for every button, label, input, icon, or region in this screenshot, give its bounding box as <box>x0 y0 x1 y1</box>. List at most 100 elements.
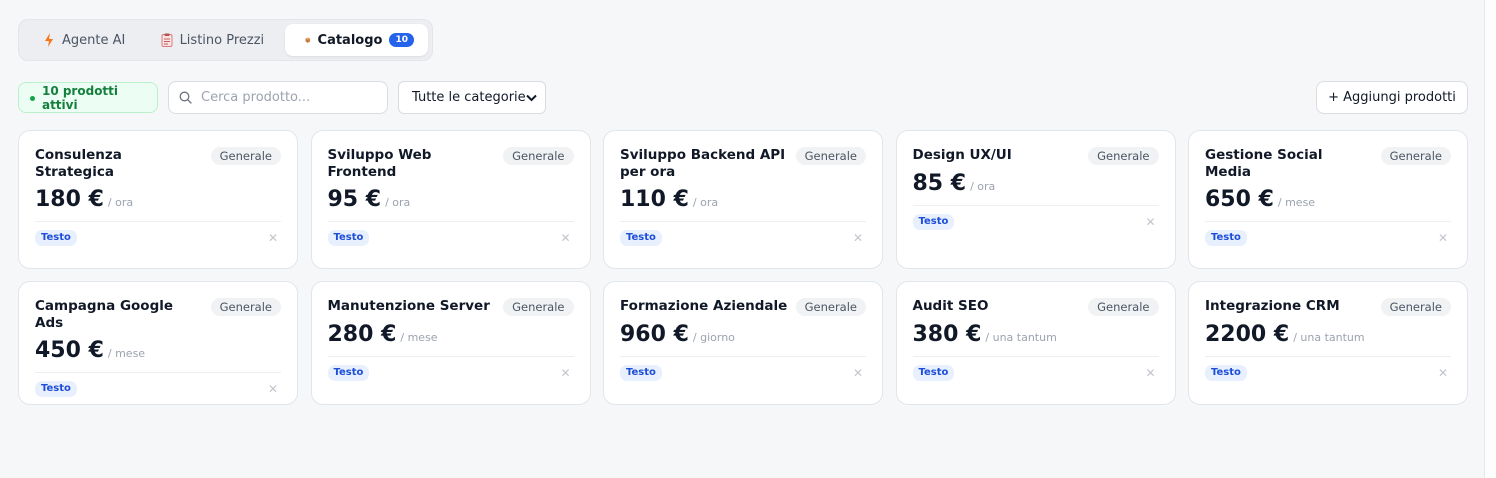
search-icon <box>179 91 192 104</box>
close-icon[interactable]: ✕ <box>1438 231 1451 245</box>
price-unit: / una tantum <box>985 331 1057 344</box>
category-badge: Generale <box>795 298 866 316</box>
tab-bar: Agente AI Listino Prezzi Catalogo 10 <box>18 19 433 61</box>
price-row: 2200 € / una tantum <box>1205 322 1451 357</box>
price-row: 960 € / giorno <box>620 322 866 357</box>
product-name: Formazione Aziendale <box>620 298 788 314</box>
price-unit: / giorno <box>692 331 735 344</box>
category-badge: Generale <box>1088 147 1159 165</box>
tab-listino-prezzi[interactable]: Listino Prezzi <box>145 24 285 56</box>
close-icon[interactable]: ✕ <box>1145 215 1158 229</box>
product-card-footer: Testo ✕ <box>35 381 281 397</box>
tab-agente-ai[interactable]: Agente AI <box>23 24 145 56</box>
product-price: 650 € <box>1205 187 1274 212</box>
category-badge: Generale <box>210 147 281 165</box>
product-tag: Testo <box>912 214 955 230</box>
price-row: 85 € / ora <box>912 171 1159 206</box>
product-card[interactable]: Manutenzione Server Generale 280 € / mes… <box>310 281 591 405</box>
lightning-icon <box>45 33 53 47</box>
scrollbar-track[interactable] <box>1484 0 1496 478</box>
close-icon[interactable]: ✕ <box>560 231 573 245</box>
category-badge: Generale <box>1088 298 1159 316</box>
product-card-header: Integrazione CRM Generale <box>1205 298 1451 316</box>
tab-label: Listino Prezzi <box>179 32 265 48</box>
add-products-button[interactable]: + Aggiungi prodotti <box>1316 81 1468 114</box>
product-card-footer: Testo ✕ <box>620 365 866 381</box>
product-card[interactable]: Sviluppo Web Frontend Generale 95 € / or… <box>310 130 591 269</box>
product-tag: Testo <box>912 365 955 381</box>
active-products-badge: 10 prodotti attivi <box>18 82 158 113</box>
product-card-footer: Testo ✕ <box>327 230 574 246</box>
package-icon <box>305 37 311 43</box>
product-tag: Testo <box>620 365 662 381</box>
product-name: Manutenzione Server <box>327 298 490 314</box>
product-price: 180 € <box>35 187 104 212</box>
category-badge: Generale <box>1380 147 1451 165</box>
product-tag: Testo <box>1205 365 1247 381</box>
product-card[interactable]: Design UX/UI Generale 85 € / ora Testo ✕ <box>895 130 1176 269</box>
close-icon[interactable]: ✕ <box>268 382 281 396</box>
product-price: 450 € <box>35 338 104 363</box>
price-row: 450 € / mese <box>35 338 281 373</box>
product-card-footer: Testo ✕ <box>912 365 1159 381</box>
price-row: 650 € / mese <box>1205 187 1451 222</box>
price-unit: / ora <box>385 196 411 209</box>
product-tag: Testo <box>327 365 370 381</box>
active-products-label: 10 prodotti attivi <box>41 83 119 112</box>
tab-catalogo[interactable]: Catalogo 10 <box>285 24 428 56</box>
product-card-footer: Testo ✕ <box>327 365 574 381</box>
product-name: Design UX/UI <box>912 147 1012 163</box>
product-name: Audit SEO <box>912 298 989 314</box>
close-icon[interactable]: ✕ <box>853 231 866 245</box>
product-tag: Testo <box>327 230 370 246</box>
product-card-header: Gestione Social Media Generale <box>1205 147 1451 181</box>
product-price: 280 € <box>327 322 397 347</box>
price-row: 280 € / mese <box>327 322 574 357</box>
search-input[interactable] <box>201 90 371 105</box>
product-card-header: Audit SEO Generale <box>913 298 1159 316</box>
product-tag: Testo <box>35 230 77 246</box>
product-tag: Testo <box>35 381 77 397</box>
category-select[interactable]: Tutte le categorie <box>398 81 546 114</box>
product-card-footer: Testo ✕ <box>35 230 281 246</box>
product-price: 960 € <box>620 322 689 347</box>
product-card-header: Formazione Aziendale Generale <box>620 298 866 316</box>
product-card[interactable]: Sviluppo Backend API per ora Generale 11… <box>603 130 883 269</box>
product-card[interactable]: Formazione Aziendale Generale 960 € / gi… <box>603 281 883 405</box>
product-card[interactable]: Integrazione CRM Generale 2200 € / una t… <box>1188 281 1468 405</box>
catalog-count-badge: 10 <box>389 33 414 47</box>
price-row: 95 € / ora <box>327 187 574 222</box>
product-card[interactable]: Audit SEO Generale 380 € / una tantum Te… <box>895 281 1176 405</box>
product-price: 2200 € <box>1205 322 1290 347</box>
price-row: 180 € / ora <box>35 187 281 222</box>
product-card-footer: Testo ✕ <box>620 230 866 246</box>
product-card[interactable]: Campagna Google Ads Generale 450 € / mes… <box>18 281 298 405</box>
close-icon[interactable]: ✕ <box>1145 366 1158 380</box>
close-icon[interactable]: ✕ <box>1438 366 1451 380</box>
clipboard-icon <box>161 33 173 47</box>
product-name: Integrazione CRM <box>1205 298 1340 314</box>
product-card[interactable]: Consulenza Strategica Generale 180 € / o… <box>18 130 298 269</box>
product-card-header: Consulenza Strategica Generale <box>35 147 281 181</box>
product-name: Consulenza Strategica <box>35 147 122 180</box>
category-badge: Generale <box>503 298 574 316</box>
search-box[interactable] <box>168 81 388 114</box>
product-card-header: Campagna Google Ads Generale <box>35 298 281 332</box>
close-icon[interactable]: ✕ <box>268 231 281 245</box>
close-icon[interactable]: ✕ <box>853 366 866 380</box>
price-unit: / mese <box>400 331 438 344</box>
product-card[interactable]: Gestione Social Media Generale 650 € / m… <box>1188 130 1468 269</box>
product-card-footer: Testo ✕ <box>1205 230 1451 246</box>
product-card-footer: Testo ✕ <box>1205 365 1451 381</box>
product-name: Campagna Google Ads <box>35 298 174 331</box>
category-badge: Generale <box>795 147 866 165</box>
price-unit: / mese <box>1277 196 1316 209</box>
product-card-header: Manutenzione Server Generale <box>328 298 574 316</box>
product-price: 380 € <box>912 322 982 347</box>
category-badge: Generale <box>503 147 574 165</box>
close-icon[interactable]: ✕ <box>560 366 573 380</box>
product-tag: Testo <box>1205 230 1247 246</box>
product-card-header: Sviluppo Backend API per ora Generale <box>620 147 866 181</box>
product-price: 95 € <box>327 187 382 212</box>
category-badge: Generale <box>1380 298 1451 316</box>
